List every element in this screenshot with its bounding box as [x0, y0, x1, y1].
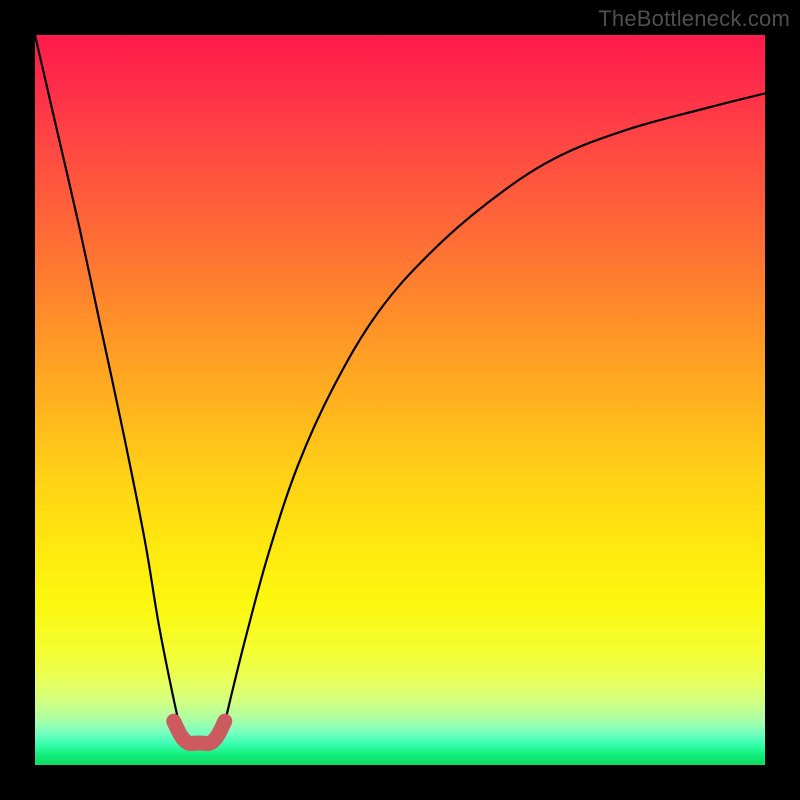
- bottleneck-curve: [35, 35, 765, 744]
- plot-area: [35, 35, 765, 765]
- chart-frame: TheBottleneck.com: [0, 0, 800, 800]
- watermark-text: TheBottleneck.com: [598, 6, 790, 32]
- bottom-sweetspot: [174, 721, 225, 743]
- curve-layer: [35, 35, 765, 765]
